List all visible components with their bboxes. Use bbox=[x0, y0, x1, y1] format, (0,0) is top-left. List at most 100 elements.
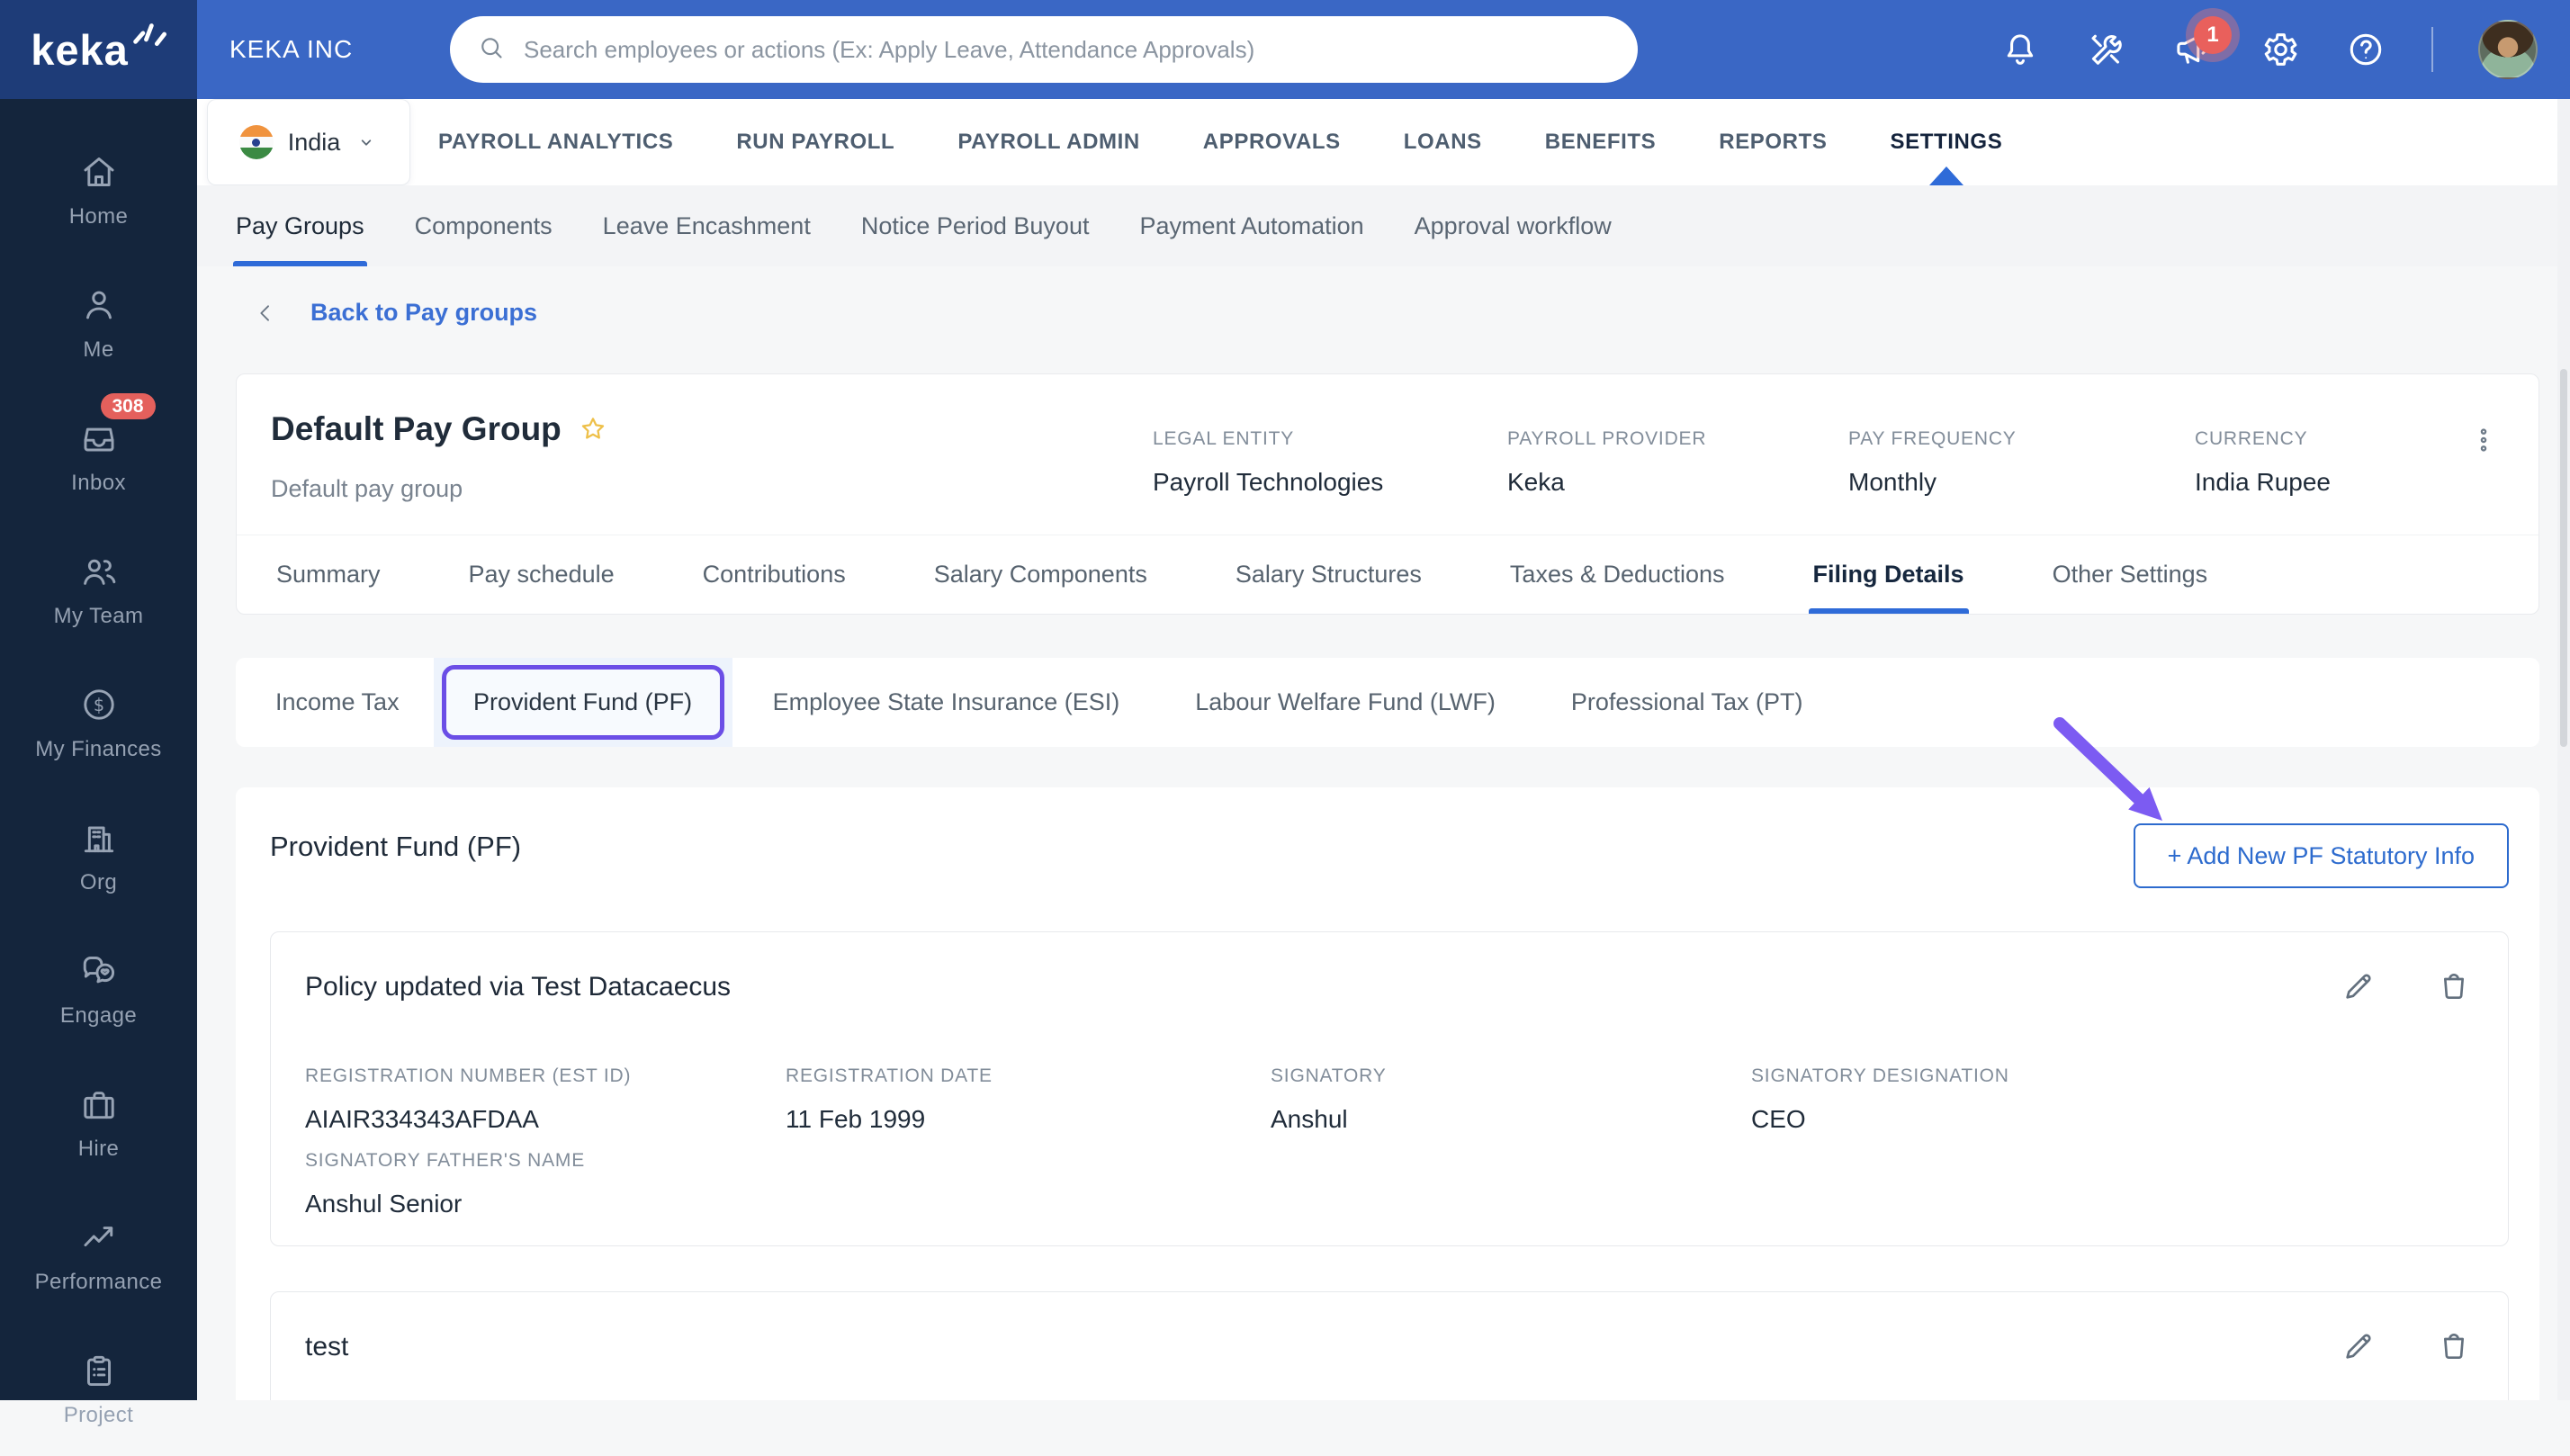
finances-icon: $ bbox=[79, 685, 119, 724]
annotation-highlight-box: Provident Fund (PF) bbox=[441, 665, 724, 740]
subnav-approval-workflow[interactable]: Approval workflow bbox=[1415, 185, 1612, 266]
tab-contributions[interactable]: Contributions bbox=[703, 535, 846, 614]
sidebar-item-label: My Finances bbox=[35, 737, 162, 761]
nav-payroll-analytics[interactable]: PAYROLL ANALYTICS bbox=[438, 99, 673, 185]
topbar-divider bbox=[2431, 27, 2433, 72]
country-selector[interactable]: India bbox=[207, 99, 410, 185]
engage-icon bbox=[79, 951, 119, 991]
tab-professional-tax-pt[interactable]: Professional Tax (PT) bbox=[1571, 688, 1803, 716]
policy-field-registration-number-est-id: REGISTRATION NUMBER (EST ID) AIAIR334343A… bbox=[305, 1065, 631, 1134]
delete-policy-button[interactable] bbox=[2436, 968, 2472, 1004]
edit-policy-button[interactable] bbox=[2341, 968, 2377, 1004]
nav-approvals[interactable]: APPROVALS bbox=[1203, 99, 1341, 185]
user-avatar[interactable] bbox=[2478, 20, 2538, 79]
kebab-menu-icon[interactable] bbox=[2468, 425, 2499, 455]
favorite-star-icon[interactable] bbox=[578, 414, 608, 445]
sidebar-item-label: My Team bbox=[53, 604, 144, 628]
nav-payroll-admin[interactable]: PAYROLL ADMIN bbox=[957, 99, 1139, 185]
tab-summary[interactable]: Summary bbox=[276, 535, 381, 614]
field-label: PAYROLL PROVIDER bbox=[1507, 428, 1707, 449]
pay-group-card: Default Pay Group Default pay group LEGA… bbox=[236, 373, 2539, 615]
tab-salary-components[interactable]: Salary Components bbox=[934, 535, 1147, 614]
tab-employee-state-insurance-esi[interactable]: Employee State Insurance (ESI) bbox=[773, 688, 1120, 716]
chevron-down-icon bbox=[355, 139, 378, 157]
tab-other-settings[interactable]: Other Settings bbox=[2053, 535, 2208, 614]
gear-icon bbox=[2259, 33, 2300, 74]
edit-policy-button[interactable] bbox=[2341, 1328, 2377, 1364]
search-bar[interactable] bbox=[450, 16, 1638, 83]
sidebar-item-label: Hire bbox=[77, 1137, 120, 1161]
field-label: SIGNATORY DESIGNATION bbox=[1751, 1065, 2009, 1086]
bell-icon bbox=[1999, 34, 2041, 74]
chevron-down-icon bbox=[355, 130, 378, 154]
tab-income-tax[interactable]: Income Tax bbox=[275, 688, 400, 716]
global-settings-button[interactable] bbox=[2259, 29, 2300, 70]
keka-logo[interactable]: keka bbox=[0, 0, 197, 99]
inbox-icon: 308 bbox=[79, 393, 156, 458]
policy-field-registration-date: REGISTRATION DATE 11 Feb 1999 bbox=[786, 1065, 993, 1134]
sidebar-item-my-finances[interactable]: $ My Finances bbox=[0, 657, 197, 790]
delete-policy-button[interactable] bbox=[2436, 1328, 2472, 1364]
india-flag-icon bbox=[238, 125, 274, 159]
help-icon bbox=[2345, 33, 2386, 74]
back-link[interactable]: Back to Pay groups bbox=[253, 299, 537, 327]
filing-details-tabs: Income Tax Provident Fund (PF) Employee St… bbox=[236, 658, 2539, 747]
field-value: Anshul Senior bbox=[305, 1190, 463, 1218]
sidebar-item-org[interactable]: Org bbox=[0, 790, 197, 923]
tab-salary-structures[interactable]: Salary Structures bbox=[1236, 535, 1422, 614]
trash-icon bbox=[2436, 974, 2472, 1008]
sidebar-item-performance[interactable]: Performance bbox=[0, 1190, 197, 1323]
tab-provident-fund-pf[interactable]: Provident Fund (PF) bbox=[433, 658, 732, 747]
megaphone-icon bbox=[2172, 35, 2214, 74]
sidebar-nav: Home Me 308 Inbox My Team $ My Finances Org Enga… bbox=[0, 124, 197, 1456]
active-filing-tab-label: Provident Fund (PF) bbox=[473, 688, 693, 715]
subnav-notice-period-buyout[interactable]: Notice Period Buyout bbox=[861, 185, 1090, 266]
topbar: KEKA INC 1 bbox=[197, 0, 2570, 99]
notifications-button[interactable] bbox=[1999, 29, 2041, 70]
primary-nav: India PAYROLL ANALYTICS RUN PAYROLL PAYROL… bbox=[197, 99, 2570, 185]
company-name: KEKA INC bbox=[229, 35, 354, 63]
pay-group-tabs: Summary Pay schedule Contributions Salary C… bbox=[237, 535, 2539, 614]
nav-loans[interactable]: LOANS bbox=[1404, 99, 1482, 185]
tab-filing-details[interactable]: Filing Details bbox=[1808, 535, 1969, 614]
sidebar-item-hire[interactable]: Hire bbox=[0, 1056, 197, 1190]
subnav-pay-groups[interactable]: Pay Groups bbox=[233, 185, 367, 266]
nav-reports[interactable]: REPORTS bbox=[1719, 99, 1827, 185]
pay-group-field-payroll-provider: PAYROLL PROVIDER Keka bbox=[1507, 428, 1706, 497]
add-pf-statutory-info-button[interactable]: + Add New PF Statutory Info bbox=[2133, 823, 2509, 888]
sidebar-item-label: Org bbox=[79, 870, 118, 894]
field-value: Anshul bbox=[1271, 1105, 1348, 1133]
sidebar-item-my-team[interactable]: My Team bbox=[0, 524, 197, 657]
team-icon bbox=[79, 552, 119, 591]
help-button[interactable] bbox=[2345, 29, 2386, 70]
subnav-components[interactable]: Components bbox=[415, 185, 553, 266]
tab-taxes-deductions[interactable]: Taxes & Deductions bbox=[1510, 535, 1725, 614]
nav-benefits[interactable]: BENEFITS bbox=[1545, 99, 1656, 185]
sidebar-item-me[interactable]: Me bbox=[0, 257, 197, 391]
scrollbar[interactable] bbox=[2557, 99, 2570, 1400]
policy-title: Policy updated via Test Datacaecus bbox=[305, 972, 732, 1002]
logo-text: keka bbox=[31, 25, 129, 74]
tab-pay-schedule[interactable]: Pay schedule bbox=[469, 535, 615, 614]
sidebar-item-inbox[interactable]: 308 Inbox bbox=[0, 391, 197, 524]
subnav-leave-encashment[interactable]: Leave Encashment bbox=[603, 185, 811, 266]
tab-labour-welfare-fund-lwf[interactable]: Labour Welfare Fund (LWF) bbox=[1195, 688, 1496, 716]
sidebar: keka Home Me 308 Inbox My Team $ My Finances Or… bbox=[0, 0, 197, 1427]
sidebar-item-label: Me bbox=[83, 337, 114, 362]
field-label: PAY FREQUENCY bbox=[1848, 428, 2017, 449]
field-label: REGISTRATION DATE bbox=[786, 1065, 993, 1086]
field-value: Monthly bbox=[1848, 468, 1937, 496]
sidebar-item-project[interactable]: Project bbox=[0, 1323, 197, 1456]
pay-group-title: Default Pay Group bbox=[271, 410, 562, 447]
admin-tools-button[interactable] bbox=[2086, 29, 2127, 70]
nav-settings[interactable]: SETTINGS bbox=[1890, 99, 2002, 185]
nav-run-payroll[interactable]: RUN PAYROLL bbox=[736, 99, 894, 185]
star-icon bbox=[578, 418, 608, 448]
sidebar-item-home[interactable]: Home bbox=[0, 124, 197, 257]
sidebar-item-engage[interactable]: Engage bbox=[0, 923, 197, 1056]
scrollbar-thumb[interactable] bbox=[2560, 369, 2567, 747]
whats-new-button[interactable]: 1 bbox=[2172, 16, 2232, 70]
search-input[interactable] bbox=[522, 34, 1611, 65]
topbar-actions: 1 bbox=[1999, 0, 2570, 99]
subnav-payment-automation[interactable]: Payment Automation bbox=[1139, 185, 1363, 266]
